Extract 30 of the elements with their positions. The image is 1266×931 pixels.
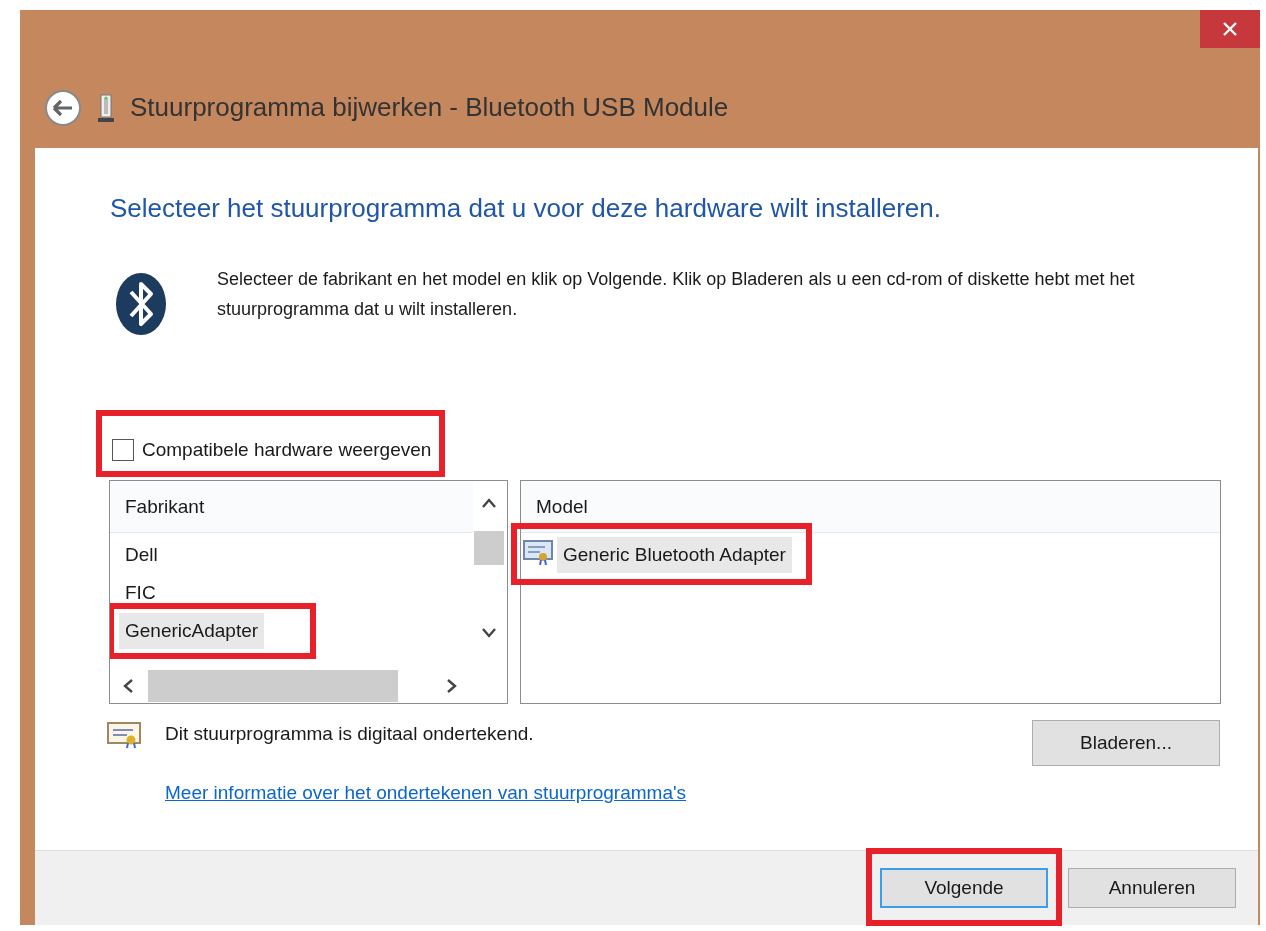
back-icon[interactable] [44, 88, 82, 127]
column-header[interactable]: Model [521, 481, 1220, 533]
certificate-icon [107, 720, 141, 749]
scrollbar-thumb[interactable] [474, 531, 504, 566]
model-item[interactable]: Generic Bluetooth Adapter [557, 536, 792, 574]
scrollbar-thumb[interactable] [148, 670, 398, 703]
more-info-link[interactable]: Meer informatie over het ondertekenen van stuurprogramma's [165, 781, 687, 803]
close-button[interactable] [1200, 10, 1260, 48]
signature-status-text: Dit stuurprogramma is digitaal ondertekend. [165, 722, 534, 747]
bluetooth-icon [115, 272, 167, 337]
cancel-button[interactable]: Annuleren [1068, 868, 1236, 908]
scroll-right-icon[interactable] [446, 678, 458, 695]
scroll-left-icon[interactable] [122, 678, 134, 695]
next-button[interactable]: Volgende [880, 868, 1048, 908]
column-header[interactable]: Fabrikant [110, 481, 473, 533]
checkbox-label[interactable]: Compatibele hardware weergeven [142, 436, 432, 465]
manufacturer-item[interactable]: GenericAdapter [119, 612, 265, 650]
scroll-up-icon[interactable] [481, 497, 497, 510]
checkbox[interactable] [112, 439, 134, 462]
close-icon [1222, 21, 1238, 37]
manufacturer-list[interactable]: Fabrikant Dell FIC GenericAdapter [109, 480, 508, 705]
instruction-text: Selecteer de fabrikant en het model en klik op Volgende. Klik op Bladeren als u een cd-rom of diskette hebt met het stuurprogramma dat u wilt installeren. [217, 268, 1136, 322]
browse-button[interactable]: Bladeren... [1032, 720, 1220, 767]
manufacturer-item[interactable]: Dell [119, 536, 164, 574]
scroll-down-icon[interactable] [481, 627, 497, 640]
usb-device-icon [98, 92, 114, 123]
window-title: Stuurprogramma bijwerken - Bluetooth USB Module [130, 91, 729, 124]
manufacturer-item[interactable]: FIC [119, 574, 162, 612]
certificate-icon [523, 538, 553, 565]
page-heading: Selecteer het stuurprogramma dat u voor deze hardware wilt installeren. [110, 193, 942, 225]
